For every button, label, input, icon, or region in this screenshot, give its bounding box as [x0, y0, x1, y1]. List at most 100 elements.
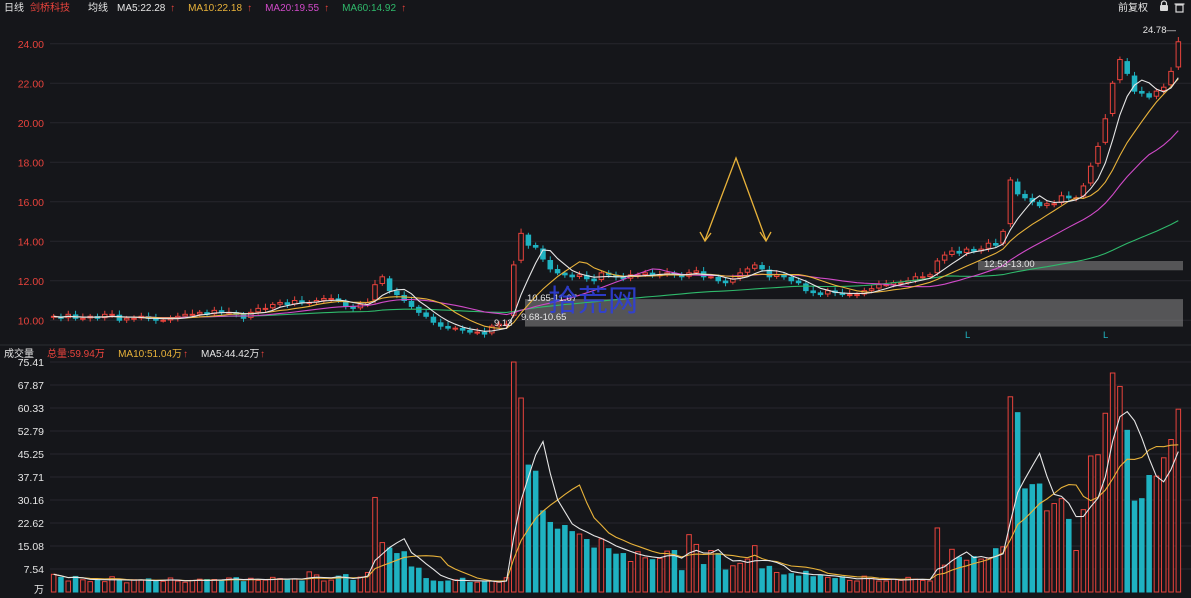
candle: [379, 276, 386, 285]
volume-bar: [591, 547, 597, 593]
candle: [934, 260, 941, 274]
candle: [467, 329, 473, 333]
candle: [1168, 70, 1174, 86]
volume-bar: [255, 579, 261, 593]
volume-bar: [759, 568, 765, 593]
legend-item: MA60:14.92: [342, 3, 396, 14]
volume-bar: [423, 578, 429, 593]
candle: [452, 327, 459, 330]
volume-bar: [204, 578, 210, 593]
up-arrow-icon: ↑: [170, 3, 175, 14]
volume-bar: [598, 538, 605, 593]
volume-bar: [708, 550, 714, 593]
volume-bar: [218, 580, 225, 593]
volume-bar: [890, 578, 897, 593]
volume-bar: [80, 579, 86, 593]
candle: [1160, 86, 1167, 92]
volume-bar: [102, 581, 108, 593]
candle: [262, 307, 269, 310]
adjust-button[interactable]: 前复权: [1118, 1, 1148, 14]
candle: [956, 250, 963, 254]
candle: [795, 280, 802, 284]
volume-bar: [408, 566, 415, 593]
up-arrow-icon: ↑: [100, 349, 105, 360]
candle: [372, 284, 378, 301]
volume-bar: [299, 580, 305, 593]
volume-bar: [430, 580, 437, 593]
volume-bar: [715, 553, 722, 593]
volume-bar: [65, 580, 72, 593]
candle: [1153, 90, 1160, 97]
candle: [693, 270, 700, 274]
volume-bar: [664, 550, 670, 593]
y-tick-label: 15.08: [18, 541, 44, 553]
candle: [1087, 165, 1094, 184]
volume-bar: [971, 556, 977, 593]
volume-bar: [321, 580, 327, 593]
volume-bar: [50, 573, 57, 593]
volume-bar: [532, 470, 539, 593]
candle: [854, 294, 860, 297]
volume-bar: [123, 582, 130, 593]
stock-chart: 日线 剑桥科技 均线 MA5:22.28 ↑ MA10:22.18 ↑ MA20:19.…: [0, 0, 1191, 598]
volume-bar: [737, 562, 743, 593]
y-tick-label: 12.00: [18, 276, 44, 288]
y-tick-label: 22.62: [18, 518, 44, 530]
candle: [744, 268, 751, 273]
volume-bar: [730, 565, 736, 593]
volume-bar: [788, 573, 795, 593]
volume-bar: [927, 580, 933, 593]
legend-item: MA10:22.18: [188, 3, 242, 14]
price-annotation: L: [965, 330, 970, 341]
candle: [554, 268, 561, 274]
candle: [562, 272, 568, 276]
volume-bar: [1124, 429, 1130, 593]
volume-bar: [919, 579, 926, 593]
candle: [532, 244, 539, 248]
candle: [1146, 93, 1152, 98]
volume-bar: [328, 579, 334, 593]
volume-bar: [569, 531, 575, 593]
volume-bar: [547, 521, 554, 593]
volume-bar: [817, 575, 824, 593]
candle: [642, 272, 648, 276]
volume-bar: [671, 550, 678, 593]
volume-bar: [868, 578, 875, 593]
indicator-name[interactable]: 均线: [88, 1, 108, 14]
volume-bar: [182, 581, 188, 593]
candle: [547, 260, 554, 270]
volume-bar: [1044, 510, 1050, 593]
candle: [437, 322, 444, 327]
volume-bar: [1153, 475, 1160, 593]
volume-bar: [175, 580, 181, 593]
y-tick-label: 30.16: [18, 495, 44, 507]
legend-item: MA5:44.42万: [201, 349, 259, 360]
volume-bar: [160, 580, 166, 593]
period-label[interactable]: 日线: [4, 1, 24, 14]
volume-bar: [912, 578, 919, 593]
volume-bar: [131, 579, 137, 593]
candle: [963, 248, 970, 254]
candle: [416, 306, 422, 313]
volume-bar: [153, 580, 159, 593]
candle: [1124, 61, 1130, 74]
volume-bar: [876, 580, 882, 593]
candle: [525, 234, 532, 246]
candle: [1051, 203, 1057, 206]
volume-bar: [350, 579, 356, 593]
candle: [949, 250, 955, 255]
candle: [781, 274, 787, 278]
volume-bar: [744, 558, 751, 593]
volume-bar: [722, 569, 729, 593]
volume-bar: [846, 579, 853, 593]
volume-legend: 总量:59.94万↑ MA10:51.04万 ↑ MA5:44.42万 ↑: [47, 347, 265, 360]
candle: [350, 306, 356, 309]
candle: [160, 319, 166, 322]
volume-bar: [1036, 483, 1043, 593]
volume-bar: [1109, 372, 1116, 593]
volume-bar: [1058, 498, 1065, 593]
volume-bar: [87, 581, 93, 593]
watermark: 拾荒网: [548, 285, 638, 318]
candle: [277, 301, 283, 305]
volume-bar: [678, 570, 685, 593]
